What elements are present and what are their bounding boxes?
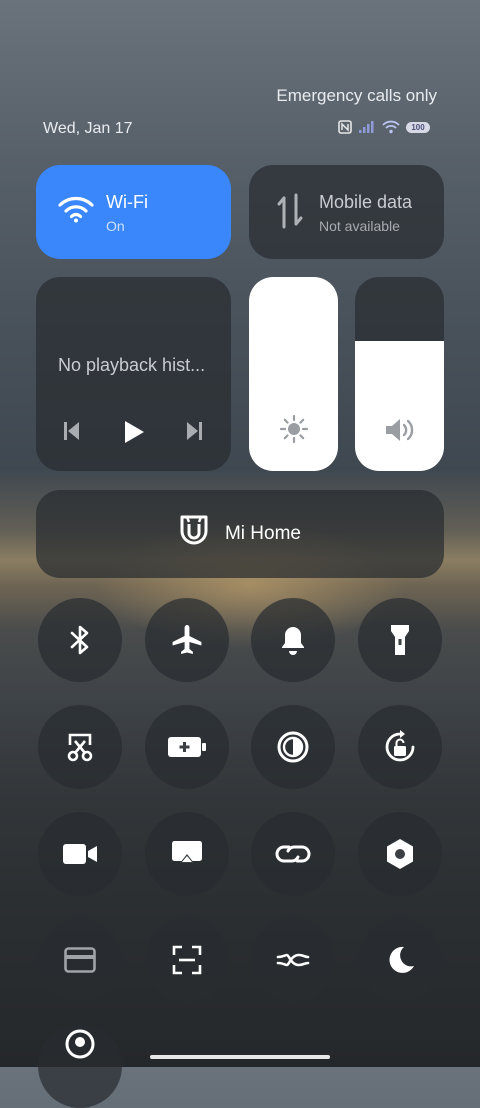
scanner-toggle[interactable]: [145, 918, 229, 1002]
play-icon[interactable]: [122, 419, 146, 450]
card-icon: [64, 947, 96, 973]
mobile-data-icon: [275, 193, 305, 234]
status-icons: 100: [338, 120, 430, 134]
rotation-lock-icon: [382, 729, 418, 765]
ringer-toggle[interactable]: [251, 598, 335, 682]
cast-icon: [171, 840, 203, 868]
previous-icon[interactable]: [62, 420, 82, 447]
dark-mode-toggle[interactable]: [358, 918, 442, 1002]
video-camera-icon: [62, 842, 98, 866]
date: Wed, Jan 17: [43, 120, 133, 137]
moon-icon: [384, 944, 416, 976]
flashlight-toggle[interactable]: [358, 598, 442, 682]
flashlight-icon: [389, 623, 411, 657]
link-toggle[interactable]: [251, 812, 335, 896]
scissors-icon: [65, 731, 95, 763]
bluetooth-icon: [68, 624, 92, 656]
mobile-data-tile[interactable]: Mobile data Not available: [249, 165, 444, 259]
airplane-icon: [170, 623, 204, 657]
reading-mode-toggle[interactable]: [251, 705, 335, 789]
bell-icon: [278, 624, 308, 656]
contrast-icon: [276, 730, 310, 764]
location-icon: [64, 1028, 96, 1060]
battery-plus-icon: [167, 735, 207, 759]
wifi-icon: [382, 120, 400, 134]
volume-slider[interactable]: [355, 277, 444, 471]
brightness-icon: [279, 414, 309, 449]
mobile-data-status: Not available: [319, 218, 400, 234]
signal-icon: [358, 120, 376, 134]
bluetooth-toggle[interactable]: [38, 598, 122, 682]
nfc-icon: [338, 120, 352, 134]
data-saver-icon: [276, 949, 310, 971]
volume-level-fill: [355, 341, 444, 471]
wifi-tile[interactable]: Wi-Fi On: [36, 165, 231, 259]
next-icon[interactable]: [184, 420, 204, 447]
auto-rotate-toggle[interactable]: [358, 705, 442, 789]
battery-saver-toggle[interactable]: [145, 705, 229, 789]
location-toggle[interactable]: [38, 1024, 122, 1108]
mi-home-label: Mi Home: [224, 523, 301, 544]
card-toggle[interactable]: [38, 918, 122, 1002]
airplane-mode-toggle[interactable]: [145, 598, 229, 682]
brightness-slider[interactable]: [249, 277, 338, 471]
screen-recorder-toggle[interactable]: [38, 812, 122, 896]
media-title: No playback hist...: [58, 355, 206, 375]
mi-home-tile[interactable]: Mi Home: [36, 490, 444, 578]
screenshot-toggle[interactable]: [38, 705, 122, 789]
battery-icon: 100: [406, 121, 430, 133]
cast-toggle[interactable]: [145, 812, 229, 896]
wifi-status: On: [106, 218, 125, 234]
scan-icon: [172, 945, 202, 975]
data-saver-toggle[interactable]: [251, 918, 335, 1002]
media-player-tile[interactable]: No playback hist...: [36, 277, 231, 471]
hexagon-gear-icon: [385, 838, 415, 870]
mobile-data-title: Mobile data: [319, 192, 413, 212]
mi-home-icon: [179, 514, 209, 554]
wifi-title: Wi-Fi: [106, 192, 148, 212]
home-indicator[interactable]: [150, 1055, 330, 1059]
settings-toggle[interactable]: [358, 812, 442, 896]
volume-icon: [383, 416, 417, 449]
emergency-calls-text: Emergency calls only: [276, 86, 437, 105]
link-icon: [275, 841, 311, 867]
wifi-icon: [58, 195, 94, 228]
